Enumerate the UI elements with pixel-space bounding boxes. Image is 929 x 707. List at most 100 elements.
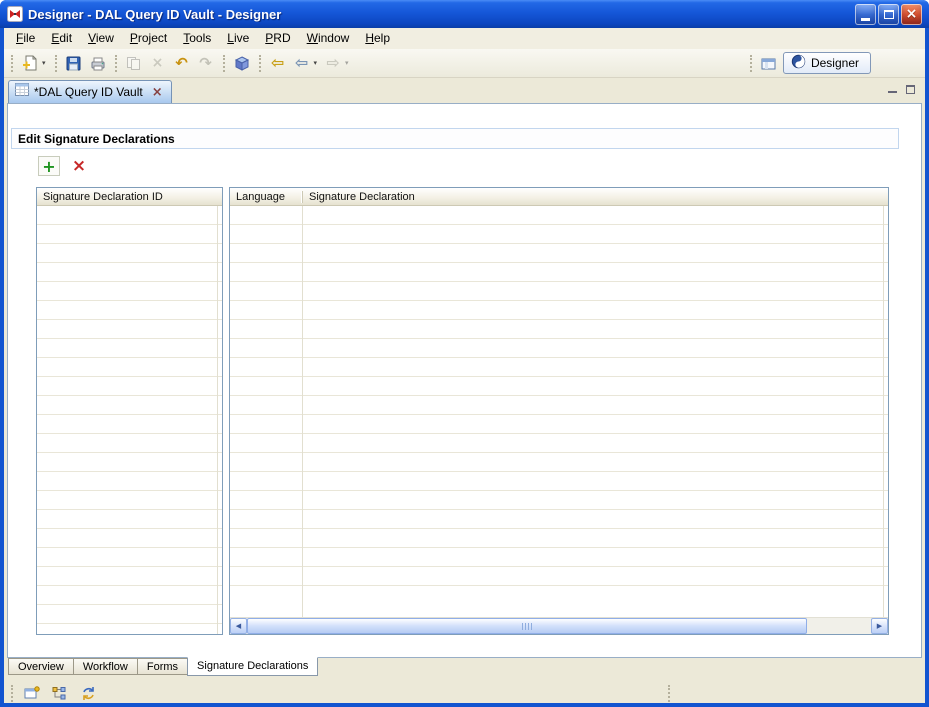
table-row (37, 472, 222, 491)
menu-prd[interactable]: PRD (257, 29, 298, 48)
toolbar-separator (55, 55, 57, 72)
menu-edit[interactable]: Edit (43, 29, 80, 48)
minimize-view-icon[interactable] (888, 86, 897, 93)
table-row (230, 206, 888, 225)
table-row (37, 567, 222, 586)
table-row (230, 339, 888, 358)
table-row (230, 320, 888, 339)
editor-tab-close-icon[interactable]: × (152, 85, 163, 100)
redo-button[interactable]: ↷ (195, 52, 217, 74)
last-edit-location-button[interactable]: ⇦ (267, 52, 289, 74)
minimize-icon (861, 18, 870, 21)
module-button[interactable] (231, 52, 253, 74)
toolbar-grip[interactable] (11, 685, 13, 702)
delete-button[interactable]: × (147, 52, 169, 74)
save-button[interactable] (63, 52, 85, 74)
table-row (37, 510, 222, 529)
designer-perspective-icon (791, 54, 806, 72)
tree-view-icon[interactable] (49, 682, 71, 703)
menubar: FileEditViewProjectToolsLivePRDWindowHel… (4, 28, 925, 49)
horizontal-scrollbar[interactable]: ◀ ▶ (230, 617, 888, 634)
titlebar[interactable]: Designer - DAL Query ID Vault - Designer… (0, 0, 929, 28)
signature-id-table-header[interactable]: Signature Declaration ID (37, 188, 222, 206)
designer-perspective-button[interactable]: Designer (783, 52, 871, 74)
column-header-signature-declaration-id[interactable]: Signature Declaration ID (37, 191, 163, 203)
table-row (37, 225, 222, 244)
table-row (230, 415, 888, 434)
new-dropdown-icon[interactable]: ▾ (42, 59, 46, 67)
column-header-signature-declaration[interactable]: Signature Declaration (302, 191, 888, 203)
close-button[interactable]: × (901, 4, 922, 25)
editor-area: Edit Signature Declarations + × Signatur… (7, 103, 922, 658)
add-signature-button[interactable]: + (38, 156, 60, 176)
page-tabs: OverviewWorkflowFormsSignature Declarati… (8, 658, 317, 678)
table-row (37, 605, 222, 624)
forward-button[interactable]: ⇨ (322, 52, 344, 74)
toolbar-separator (750, 55, 752, 72)
bottom-tab-overview[interactable]: Overview (8, 658, 74, 675)
table-row (37, 415, 222, 434)
table-row (230, 548, 888, 567)
signature-declaration-table-body[interactable] (230, 206, 888, 617)
toolbar-grip[interactable] (11, 55, 13, 72)
menu-project[interactable]: Project (122, 29, 175, 48)
menu-tools[interactable]: Tools (175, 29, 219, 48)
back-button[interactable]: ⇦ (291, 52, 313, 74)
scrollbar-thumb[interactable] (247, 618, 807, 634)
editor-tab-title: *DAL Query ID Vault (34, 85, 143, 99)
menu-file[interactable]: File (8, 29, 43, 48)
app-icon (7, 6, 23, 22)
open-perspective-button[interactable] (758, 52, 780, 74)
minimize-button[interactable] (855, 4, 876, 25)
table-row (230, 567, 888, 586)
section-heading: Edit Signature Declarations (18, 132, 175, 146)
table-row (230, 301, 888, 320)
bottom-tab-forms[interactable]: Forms (137, 658, 188, 675)
table-row (37, 358, 222, 377)
maximize-view-icon[interactable] (906, 85, 915, 94)
new-button[interactable] (19, 52, 41, 74)
table-row (230, 225, 888, 244)
table-row (37, 434, 222, 453)
signature-declaration-table-header[interactable]: Language Signature Declaration (230, 188, 888, 206)
window-title: Designer - DAL Query ID Vault - Designer (28, 7, 853, 22)
menu-help[interactable]: Help (357, 29, 398, 48)
back-dropdown-icon[interactable]: ▾ (314, 59, 318, 67)
sync-icon[interactable] (77, 682, 99, 703)
table-row (230, 529, 888, 548)
column-header-language[interactable]: Language (230, 191, 302, 203)
scroll-left-button[interactable]: ◀ (230, 618, 247, 634)
menu-live[interactable]: Live (219, 29, 257, 48)
table-row (37, 396, 222, 415)
table-row (230, 472, 888, 491)
table-row (230, 491, 888, 510)
table-row (230, 434, 888, 453)
table-row (230, 244, 888, 263)
status-toolbar (4, 683, 925, 703)
table-row (37, 282, 222, 301)
copy-button[interactable] (123, 52, 145, 74)
menu-view[interactable]: View (80, 29, 122, 48)
window-body: FileEditViewProjectToolsLivePRDWindowHel… (4, 28, 925, 703)
signature-id-table-body[interactable] (37, 206, 222, 634)
table-row (230, 282, 888, 301)
column-divider (883, 206, 884, 617)
table-row (230, 453, 888, 472)
forward-dropdown-icon[interactable]: ▾ (345, 59, 349, 67)
column-divider (217, 206, 218, 634)
menu-window[interactable]: Window (299, 29, 358, 48)
scroll-right-button[interactable]: ▶ (871, 618, 888, 634)
new-window-icon[interactable] (21, 682, 43, 703)
maximize-button[interactable] (878, 4, 899, 25)
table-row (230, 377, 888, 396)
bottom-tab-workflow[interactable]: Workflow (73, 658, 138, 675)
column-divider (302, 206, 303, 617)
bottom-tab-signature-declarations[interactable]: Signature Declarations (187, 657, 318, 676)
undo-button[interactable]: ↶ (171, 52, 193, 74)
table-row (230, 263, 888, 282)
remove-signature-button[interactable]: × (68, 156, 90, 176)
table-row (37, 529, 222, 548)
editor-tab[interactable]: *DAL Query ID Vault × (8, 80, 172, 103)
print-button[interactable] (87, 52, 109, 74)
toolbar-grip[interactable] (668, 685, 670, 702)
